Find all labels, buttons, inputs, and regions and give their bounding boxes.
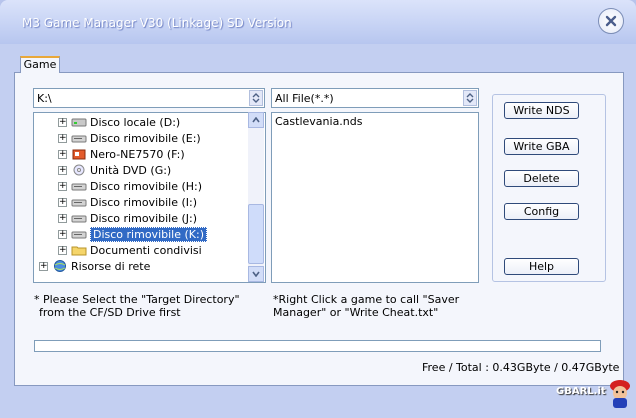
tree-item-label: Disco rimovibile (H:) (90, 179, 203, 193)
tree-item-label: Disco rimovibile (I:) (90, 195, 198, 209)
scroll-up-button[interactable] (248, 112, 264, 128)
expand-icon[interactable]: + (58, 117, 67, 127)
tree-item-label: Documenti condivisi (90, 243, 202, 257)
tree-item[interactable]: + Disco rimovibile (E:) (58, 130, 201, 146)
expand-icon[interactable]: + (58, 133, 67, 143)
target-directory-note: * Please Select the "Target Directory" f… (34, 293, 240, 319)
title-bar[interactable]: M3 Game Manager V30 (Linkage) SD Version (0, 0, 636, 44)
removable-drive-icon (71, 212, 87, 224)
list-item[interactable]: Castlevania.nds (275, 115, 363, 128)
network-icon (52, 260, 68, 272)
expand-icon[interactable]: + (58, 149, 67, 159)
tree-item[interactable]: + Disco rimovibile (K:) (58, 226, 207, 242)
progress-bar (34, 340, 601, 352)
app-window: M3 Game Manager V30 (Linkage) SD Version… (0, 0, 636, 418)
chevron-updown-icon (252, 93, 260, 103)
note-line: *Right Click a game to call "Saver (273, 293, 460, 306)
expand-icon[interactable]: + (58, 197, 67, 207)
tree-scrollbar[interactable] (248, 112, 264, 282)
dvd-drive-icon (71, 164, 87, 176)
removable-drive-icon (71, 180, 87, 192)
chevron-down-icon (252, 271, 260, 277)
expand-icon[interactable]: + (58, 181, 67, 191)
tree-item-label: Disco rimovibile (K:) (90, 226, 207, 242)
write-nds-button[interactable]: Write NDS (504, 102, 579, 119)
expand-icon[interactable]: + (58, 229, 67, 239)
file-filter-value: All File(*.*) (275, 92, 334, 105)
action-button-group (492, 94, 606, 282)
tree-item-label: Risorse di rete (71, 259, 151, 273)
expand-icon[interactable]: + (58, 165, 67, 175)
expand-icon[interactable]: + (58, 245, 67, 255)
note-line: from the CF/SD Drive first (39, 306, 181, 319)
help-button[interactable]: Help (504, 258, 579, 275)
tree-item[interactable]: + Disco locale (D:) (58, 114, 180, 130)
write-gba-button[interactable]: Write GBA (504, 138, 579, 155)
scroll-thumb[interactable] (248, 204, 264, 264)
watermark-logo: GBARL.it (556, 386, 606, 397)
chevron-updown-icon (466, 93, 474, 103)
tree-item-label: Disco locale (D:) (90, 115, 181, 129)
tree-item[interactable]: + Documenti condivisi (58, 242, 202, 258)
removable-drive-icon (71, 228, 87, 240)
drive-select-value: K:\ (37, 92, 52, 105)
tree-item-label: Disco rimovibile (E:) (90, 131, 201, 145)
tree-item-label: Unità DVD (G:) (90, 163, 172, 177)
delete-button[interactable]: Delete (504, 170, 579, 187)
close-icon (605, 15, 617, 27)
drive-select[interactable]: K:\ (33, 88, 265, 108)
note-line: Manager" or "Write Cheat.txt" (273, 306, 439, 319)
tree-item[interactable]: + Unità DVD (G:) (58, 162, 171, 178)
tree-item-label: Nero-NE7570 (F:) (90, 147, 185, 161)
tree-item-label: Disco rimovibile (J:) (90, 211, 198, 225)
tab-game[interactable]: Game (20, 56, 60, 73)
close-button[interactable] (598, 8, 624, 34)
expand-icon[interactable]: + (39, 261, 48, 271)
removable-drive-icon (71, 132, 87, 144)
nero-drive-icon (71, 148, 87, 160)
tree-item[interactable]: + Disco rimovibile (H:) (58, 178, 202, 194)
hard-drive-icon (71, 116, 87, 128)
window-title: M3 Game Manager V30 (Linkage) SD Version (22, 16, 292, 30)
storage-status: Free / Total : 0.43GByte / 0.47GByte (422, 361, 620, 374)
note-line: * Please Select the "Target Directory" (34, 293, 240, 306)
chevron-up-icon (252, 117, 260, 123)
mario-icon (610, 380, 630, 408)
tree-item[interactable]: + Risorse di rete (39, 258, 150, 274)
file-filter-dropdown-button[interactable] (463, 90, 477, 106)
folder-icon (71, 244, 87, 256)
removable-drive-icon (71, 196, 87, 208)
tree-item[interactable]: + Nero-NE7570 (F:) (58, 146, 185, 162)
right-click-note: *Right Click a game to call "Saver Manag… (273, 293, 459, 319)
scroll-down-button[interactable] (248, 266, 264, 282)
expand-icon[interactable]: + (58, 213, 67, 223)
tree-item[interactable]: + Disco rimovibile (J:) (58, 210, 197, 226)
config-button[interactable]: Config (504, 203, 579, 220)
file-list[interactable]: Castlevania.nds (271, 112, 479, 283)
drive-select-dropdown-button[interactable] (249, 90, 263, 106)
tree-item[interactable]: + Disco rimovibile (I:) (58, 194, 197, 210)
file-filter-select[interactable]: All File(*.*) (271, 88, 479, 108)
